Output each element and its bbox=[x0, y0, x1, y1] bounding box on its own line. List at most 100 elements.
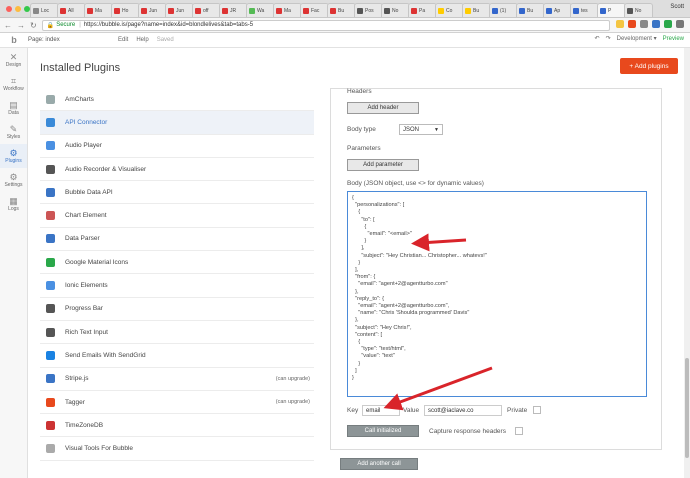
browser-tab[interactable]: (1) bbox=[489, 3, 518, 17]
tab-label: Wa bbox=[257, 7, 265, 14]
bubble-logo-icon[interactable]: b bbox=[0, 35, 28, 45]
plugin-item[interactable]: Send Emails With SendGrid bbox=[40, 344, 314, 368]
editor-top-bar: b Page: index Edit Help Saved ↶ ↷ Develo… bbox=[0, 33, 690, 48]
can-upgrade-badge[interactable]: (can upgrade) bbox=[276, 399, 310, 405]
zoom-window-button[interactable] bbox=[24, 6, 30, 12]
value-label: Value bbox=[403, 407, 420, 414]
sidebar-item-settings[interactable]: ⚙ Settings bbox=[0, 168, 27, 192]
browser-tab[interactable]: Pos bbox=[354, 3, 383, 17]
extension-icon[interactable] bbox=[640, 20, 648, 28]
extension-icon[interactable] bbox=[628, 20, 636, 28]
call-initialized-button[interactable]: Call initialized bbox=[347, 425, 419, 437]
menu-help[interactable]: Help bbox=[136, 37, 148, 43]
plugin-name: Chart Element bbox=[65, 212, 107, 220]
browser-tab[interactable]: Pa bbox=[408, 3, 437, 17]
private-checkbox[interactable] bbox=[533, 406, 541, 414]
key-input[interactable]: email bbox=[362, 405, 400, 416]
private-label: Private bbox=[507, 407, 528, 414]
plugin-item[interactable]: Rich Text Input bbox=[40, 321, 314, 345]
add-another-call-button[interactable]: Add another call bbox=[340, 458, 418, 470]
browser-tab[interactable]: P bbox=[597, 3, 626, 17]
sidebar-item-data[interactable]: ▤ Data bbox=[0, 96, 27, 120]
redo-icon[interactable]: ↷ bbox=[606, 35, 611, 42]
browser-tab[interactable]: Ap bbox=[543, 3, 572, 17]
body-type-select[interactable]: JSON ▼ bbox=[399, 124, 443, 135]
browser-tab[interactable]: Bu bbox=[327, 3, 356, 17]
mode-selector[interactable]: Development ▾ bbox=[617, 35, 657, 42]
plugin-name: Visual Tools For Bubble bbox=[65, 445, 134, 453]
browser-tab[interactable]: No bbox=[381, 3, 410, 17]
tab-favicon-icon bbox=[168, 7, 174, 14]
browser-tab[interactable]: No bbox=[624, 3, 653, 17]
tab-favicon-icon bbox=[600, 7, 606, 14]
browser-tab[interactable]: Loc bbox=[30, 3, 59, 17]
forward-icon[interactable]: → bbox=[17, 21, 25, 30]
tab-label: tes bbox=[581, 7, 588, 14]
browser-tab[interactable]: off bbox=[192, 3, 221, 17]
browser-tab[interactable]: Bu bbox=[516, 3, 545, 17]
close-window-button[interactable] bbox=[6, 6, 12, 12]
browser-tab[interactable]: Ma bbox=[84, 3, 113, 17]
plugin-item[interactable]: Google Material Icons bbox=[40, 251, 314, 275]
tab-label: Ap bbox=[554, 7, 561, 14]
sidebar-item-workflow[interactable]: ⌗ Workflow bbox=[0, 72, 27, 96]
plugin-item[interactable]: Data Parser bbox=[40, 228, 314, 252]
browser-tab[interactable]: Jun bbox=[165, 3, 194, 17]
browser-tab[interactable]: Co bbox=[435, 3, 464, 17]
add-parameter-button[interactable]: Add parameter bbox=[347, 159, 419, 171]
undo-icon[interactable]: ↶ bbox=[595, 35, 600, 42]
browser-tab[interactable]: Fac bbox=[300, 3, 329, 17]
plugin-item[interactable]: API Connector bbox=[40, 111, 314, 135]
minimize-window-button[interactable] bbox=[15, 6, 21, 12]
url-field[interactable]: 🔒 Secure | https://bubble.is/page?name=i… bbox=[41, 19, 610, 31]
browser-tab[interactable]: Wa bbox=[246, 3, 275, 17]
extension-icon[interactable] bbox=[652, 20, 660, 28]
browser-tabs: Loc All Ma Ho Jun Jun off JR Wa Ma Fac Bu Pos No Pa Co B… bbox=[30, 3, 653, 17]
plugin-item[interactable]: Visual Tools For Bubble bbox=[40, 437, 314, 461]
menu-icon[interactable] bbox=[676, 20, 684, 28]
plugin-icon bbox=[46, 420, 55, 430]
body-json-textarea[interactable]: { "personalizations": [ { "to": [ { "ema… bbox=[347, 191, 647, 397]
browser-tab[interactable]: Ho bbox=[111, 3, 140, 17]
plugin-item[interactable]: Progress Bar bbox=[40, 298, 314, 321]
window-controls[interactable] bbox=[6, 6, 30, 12]
sidebar-item-styles[interactable]: ✎ Styles bbox=[0, 120, 27, 144]
plugin-item[interactable]: Ionic Elements bbox=[40, 274, 314, 298]
plugin-name: TimeZoneDB bbox=[65, 421, 104, 429]
menu-edit[interactable]: Edit bbox=[118, 37, 128, 43]
page-selector[interactable]: Page: index bbox=[28, 37, 118, 43]
plugin-item[interactable]: Bubble Data API bbox=[40, 181, 314, 205]
settings-icon: ⚙ bbox=[9, 172, 18, 182]
plugin-item[interactable]: TimeZoneDB bbox=[40, 414, 314, 438]
add-header-button[interactable]: Add header bbox=[347, 102, 419, 114]
profile-name[interactable]: Scott bbox=[670, 4, 684, 10]
plugin-item[interactable]: AmCharts bbox=[40, 88, 314, 112]
can-upgrade-badge[interactable]: (can upgrade) bbox=[276, 376, 310, 382]
sidebar-item-plugins[interactable]: ⚙ Plugins bbox=[0, 144, 27, 168]
value-input[interactable]: scott@iaclave.co bbox=[424, 405, 502, 416]
plugin-icon bbox=[46, 187, 55, 197]
capture-headers-checkbox[interactable] bbox=[515, 427, 523, 435]
plugin-item[interactable]: Audio Recorder & Visualiser bbox=[40, 158, 314, 182]
scrollbar-thumb[interactable] bbox=[685, 358, 689, 458]
reload-icon[interactable]: ↻ bbox=[30, 21, 37, 30]
browser-tab[interactable]: All bbox=[57, 3, 86, 17]
plugin-item[interactable]: Audio Player bbox=[40, 135, 314, 158]
plugin-item[interactable]: Stripe.js (can upgrade) bbox=[40, 368, 314, 391]
plugin-item[interactable]: Chart Element bbox=[40, 204, 314, 228]
star-icon[interactable] bbox=[616, 20, 624, 28]
sidebar-item-design[interactable]: ✕ Design bbox=[0, 48, 27, 72]
browser-tab[interactable]: Ma bbox=[273, 3, 302, 17]
browser-tab[interactable]: Jun bbox=[138, 3, 167, 17]
add-plugins-button[interactable]: + Add plugins bbox=[620, 58, 678, 74]
page-scrollbar[interactable] bbox=[684, 48, 690, 478]
browser-tab[interactable]: Bu bbox=[462, 3, 491, 17]
plugin-item[interactable]: Tagger (can upgrade) bbox=[40, 391, 314, 415]
browser-tab[interactable]: tes bbox=[570, 3, 599, 17]
sidebar-item-logs[interactable]: ▦ Logs bbox=[0, 192, 27, 216]
back-icon[interactable]: ← bbox=[4, 21, 12, 30]
tab-label: All bbox=[68, 7, 74, 14]
browser-tab[interactable]: JR bbox=[219, 3, 248, 17]
preview-button[interactable]: Preview bbox=[663, 36, 684, 42]
extension-icon[interactable] bbox=[664, 20, 672, 28]
